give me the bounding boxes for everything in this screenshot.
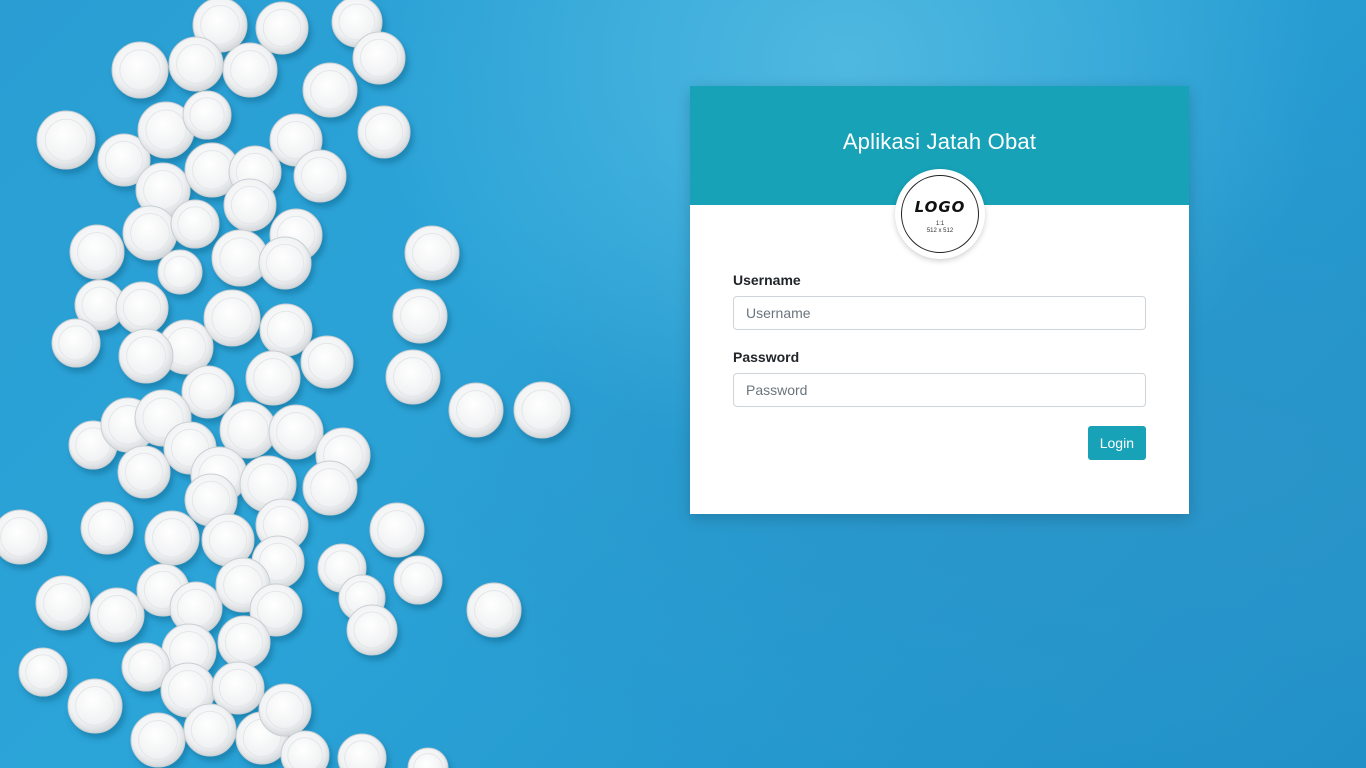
pill	[122, 205, 178, 261]
pill	[217, 615, 271, 669]
pill	[302, 460, 358, 516]
pill	[392, 288, 448, 344]
pill	[35, 575, 91, 631]
pill	[293, 149, 347, 203]
button-row: Login	[733, 426, 1146, 460]
pill	[144, 510, 200, 566]
logo-size: 512 x 512	[926, 228, 954, 234]
pill	[168, 36, 224, 92]
pill	[302, 62, 358, 118]
password-group: Password	[733, 349, 1146, 407]
logo-ratio: 1:1	[935, 221, 945, 227]
pill	[448, 382, 504, 438]
pill	[404, 225, 460, 281]
pill	[130, 712, 186, 768]
pill	[203, 289, 261, 347]
pill	[111, 41, 169, 99]
pill	[268, 404, 324, 460]
pill	[352, 31, 406, 85]
pill	[69, 224, 125, 280]
pill	[89, 587, 145, 643]
pill	[245, 350, 301, 406]
pill	[223, 178, 277, 232]
username-label: Username	[733, 272, 801, 288]
logo-subtext: 1:1 512 x 512	[902, 221, 978, 235]
logo: LOGO 1:1 512 x 512	[895, 169, 985, 259]
username-group: Username	[733, 272, 1146, 330]
pill	[222, 42, 278, 98]
pill	[117, 445, 171, 499]
pill	[300, 335, 354, 389]
logo-text: LOGO	[914, 198, 966, 216]
pill	[466, 582, 522, 638]
pill	[258, 236, 312, 290]
password-label: Password	[733, 349, 800, 365]
pill	[115, 281, 169, 335]
pill	[67, 678, 123, 734]
pill	[80, 501, 134, 555]
pill	[357, 105, 411, 159]
pill	[255, 1, 309, 55]
username-input[interactable]	[733, 296, 1146, 330]
pill	[118, 328, 174, 384]
logo-circle: LOGO 1:1 512 x 512	[901, 175, 979, 253]
password-input[interactable]	[733, 373, 1146, 407]
pill	[259, 303, 313, 357]
pill	[369, 502, 425, 558]
pill	[183, 703, 237, 757]
pill	[385, 349, 441, 405]
pill	[258, 683, 312, 737]
login-form: Username Password Login	[733, 272, 1146, 460]
app-title: Aplikasi Jatah Obat	[842, 129, 1037, 154]
login-button[interactable]: Login	[1087, 426, 1146, 460]
pill	[513, 381, 571, 439]
pill	[36, 110, 96, 170]
login-card: Aplikasi Jatah Obat LOGO 1:1 512 x 512 U…	[690, 86, 1189, 514]
